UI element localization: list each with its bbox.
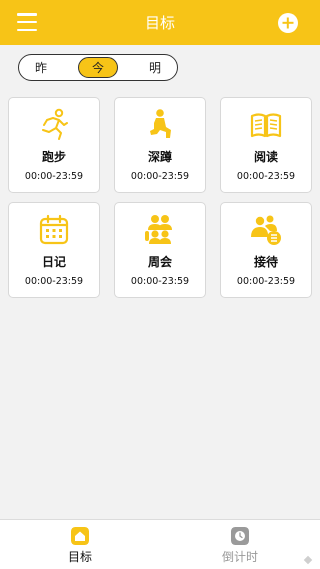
goal-time: 00:00-23:59 bbox=[130, 171, 190, 182]
goal-name: 周会 bbox=[147, 255, 172, 269]
book-icon bbox=[250, 113, 282, 138]
day-today-option[interactable]: 今 bbox=[78, 57, 118, 78]
goal-name: 日记 bbox=[41, 255, 66, 269]
tab-goals[interactable]: 目标 bbox=[0, 520, 160, 569]
tab-countdown-label: 倒计时 bbox=[221, 550, 258, 564]
goal-time: 00:00-23:59 bbox=[24, 276, 84, 287]
goal-card-reading[interactable]: 阅读 00:00-23:59 bbox=[220, 97, 312, 193]
page-title: 目标 bbox=[144, 14, 175, 32]
goal-card-meeting[interactable]: 周会 00:00-23:59 bbox=[114, 202, 206, 298]
bottom-tab-bar: 目标 倒计时 bbox=[0, 519, 320, 569]
reception-icon bbox=[251, 215, 281, 245]
menu-icon[interactable] bbox=[17, 13, 37, 31]
running-icon bbox=[42, 108, 68, 140]
goal-name: 跑步 bbox=[41, 150, 66, 164]
goal-name: 接待 bbox=[253, 255, 278, 269]
calendar-icon bbox=[39, 214, 69, 245]
squat-icon bbox=[150, 109, 171, 138]
meeting-icon bbox=[145, 215, 172, 244]
goal-time: 00:00-23:59 bbox=[236, 171, 296, 182]
goal-name: 阅读 bbox=[253, 150, 278, 164]
clock-icon bbox=[231, 527, 249, 545]
goal-card-reception[interactable]: 接待 00:00-23:59 bbox=[220, 202, 312, 298]
tab-countdown[interactable]: 倒计时 bbox=[160, 520, 320, 569]
day-tomorrow-option[interactable]: 明 bbox=[135, 57, 175, 78]
goal-time: 00:00-23:59 bbox=[24, 171, 84, 182]
day-yesterday-option[interactable]: 昨 bbox=[21, 57, 61, 78]
header-bar: 目标 bbox=[0, 0, 320, 45]
goal-time: 00:00-23:59 bbox=[236, 276, 296, 287]
goal-name: 深蹲 bbox=[147, 150, 172, 164]
goal-card-diary[interactable]: 日记 00:00-23:59 bbox=[8, 202, 100, 298]
goal-card-squat[interactable]: 深蹲 00:00-23:59 bbox=[114, 97, 206, 193]
goal-time: 00:00-23:59 bbox=[130, 276, 190, 287]
home-icon bbox=[71, 527, 89, 545]
add-icon[interactable] bbox=[278, 13, 298, 33]
goal-card-running[interactable]: 跑步 00:00-23:59 bbox=[8, 97, 100, 193]
day-selector: 昨 今 明 bbox=[18, 54, 178, 81]
tab-goals-label: 目标 bbox=[67, 550, 92, 564]
